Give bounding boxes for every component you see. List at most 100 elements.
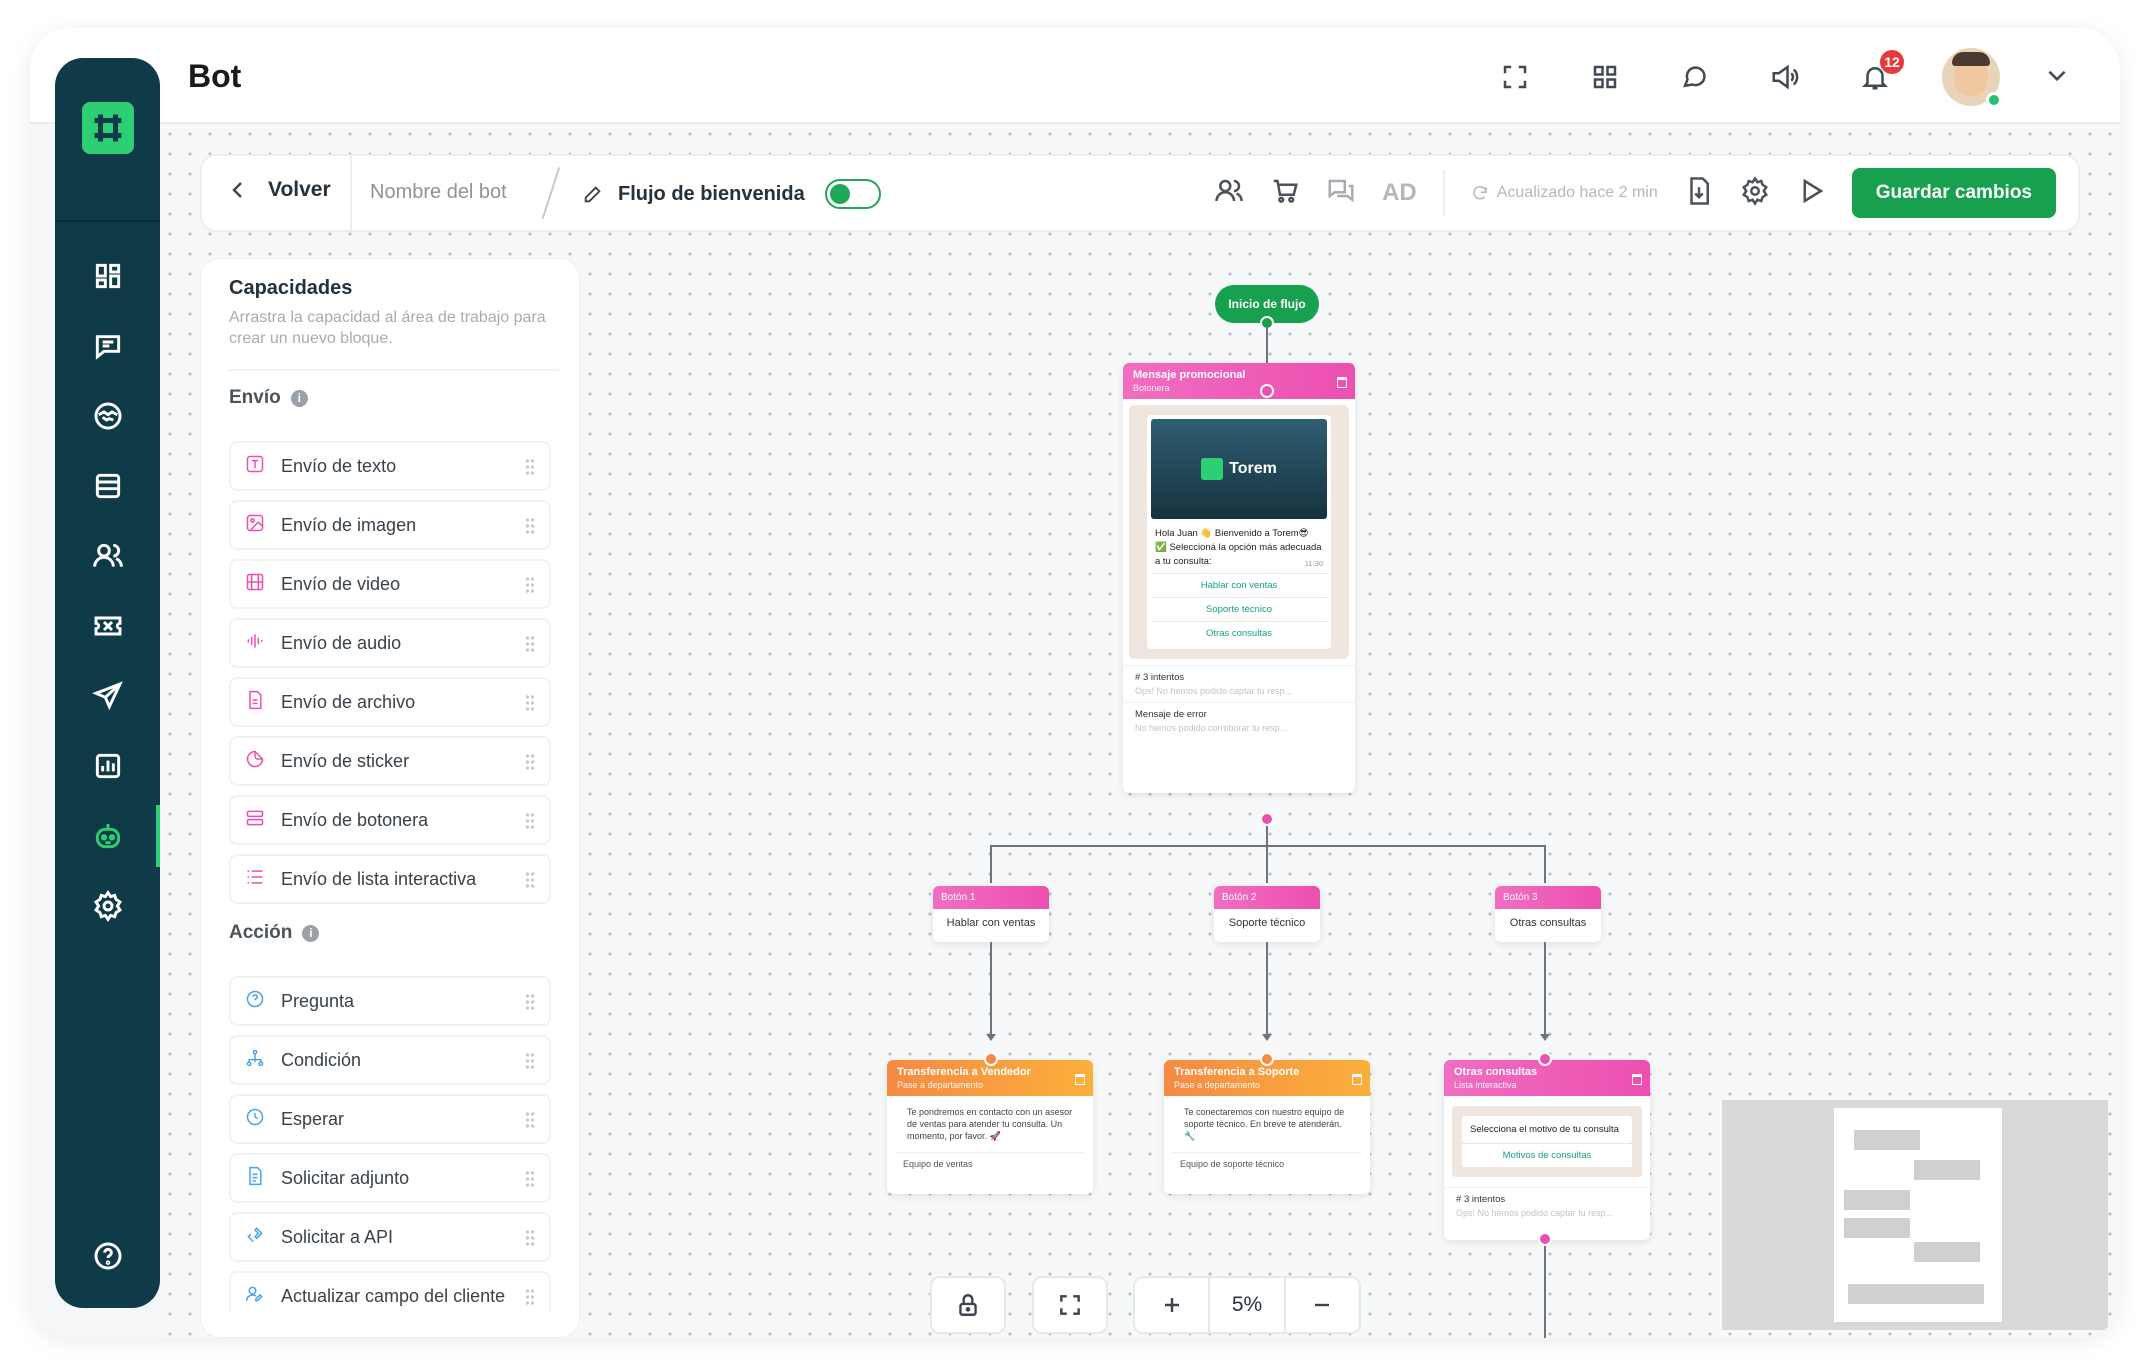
sidebar-item-dashboard[interactable] xyxy=(77,248,139,304)
capability-audio[interactable]: Envío de audio xyxy=(229,618,551,668)
connector-dot[interactable] xyxy=(1260,384,1274,398)
chat-icon[interactable] xyxy=(1672,54,1718,100)
gear-icon xyxy=(93,890,123,922)
drag-handle-icon[interactable] xyxy=(525,694,535,712)
connector-dot[interactable] xyxy=(1260,1052,1274,1066)
condition-icon xyxy=(245,1048,265,1073)
sidebar-item-bot[interactable] xyxy=(77,808,139,864)
cart-icon[interactable] xyxy=(1270,176,1300,211)
logo[interactable] xyxy=(82,102,134,154)
capability-video[interactable]: Envío de video xyxy=(229,559,551,609)
connector-dot[interactable] xyxy=(1538,1232,1552,1246)
button-node-2[interactable]: Botón 2 Soporte técnico xyxy=(1214,886,1320,942)
sidebar-item-list[interactable] xyxy=(77,458,139,514)
contacts-icon[interactable] xyxy=(1214,176,1244,211)
capability-interactive-list[interactable]: Envío de lista interactiva xyxy=(229,854,551,904)
trash-icon[interactable] xyxy=(1337,377,1347,388)
connector-dot[interactable] xyxy=(1260,812,1274,826)
grid-icon[interactable] xyxy=(1582,54,1628,100)
bell-icon[interactable]: 12 xyxy=(1852,50,1904,100)
megaphone-icon[interactable] xyxy=(1762,54,1808,100)
zoom-in-button[interactable] xyxy=(1135,1278,1211,1332)
sidebar-item-help[interactable] xyxy=(77,1228,139,1284)
other-queries-node[interactable]: Otras consultas Lista interactiva Selecc… xyxy=(1444,1060,1650,1240)
drag-handle-icon[interactable] xyxy=(525,458,535,476)
pencil-icon[interactable] xyxy=(582,183,604,205)
drag-handle-icon[interactable] xyxy=(525,1052,535,1070)
zoom-out-button[interactable] xyxy=(1286,1278,1359,1332)
drag-handle-icon[interactable] xyxy=(525,1111,535,1129)
connector-dot[interactable] xyxy=(1538,1052,1552,1066)
fit-view-button[interactable] xyxy=(1032,1276,1108,1334)
back-button[interactable]: Volver xyxy=(226,178,331,202)
capability-request-attachment[interactable]: Solicitar adjunto xyxy=(229,1153,551,1203)
drag-handle-icon[interactable] xyxy=(525,1288,535,1306)
drag-handle-icon[interactable] xyxy=(525,812,535,830)
button-node-3[interactable]: Botón 3 Otras consultas xyxy=(1495,886,1601,942)
drag-handle-icon[interactable] xyxy=(525,1229,535,1247)
online-status-dot xyxy=(1986,92,2002,108)
preview-button-1: Hablar con ventas xyxy=(1151,573,1327,597)
capabilities-subtitle: Arrastra la capacidad al área de trabajo… xyxy=(229,309,546,347)
drag-handle-icon[interactable] xyxy=(525,1170,535,1188)
buttons-icon xyxy=(245,808,265,833)
trash-icon[interactable] xyxy=(1632,1074,1642,1085)
trash-icon[interactable] xyxy=(1075,1074,1085,1085)
capabilities-panel: Capacidades Arrastra la capacidad al áre… xyxy=(200,258,580,1338)
play-icon[interactable] xyxy=(1796,176,1826,211)
minimap[interactable] xyxy=(1722,1100,2108,1330)
sidebar-item-messages[interactable] xyxy=(77,318,139,374)
chevron-down-icon[interactable] xyxy=(2044,62,2070,93)
file-icon xyxy=(245,690,265,715)
info-icon[interactable]: i xyxy=(302,924,320,942)
capability-question[interactable]: Pregunta xyxy=(229,976,551,1026)
promo-message-node[interactable]: Mensaje promocional Botonera Torem Hola … xyxy=(1123,363,1355,793)
sidebar-item-contacts[interactable] xyxy=(77,528,139,584)
chats-icon[interactable] xyxy=(1326,176,1356,211)
capability-wait[interactable]: Esperar xyxy=(229,1094,551,1144)
sidebar-item-send[interactable] xyxy=(77,668,139,724)
connector-dot[interactable] xyxy=(984,1052,998,1066)
download-icon[interactable] xyxy=(1684,176,1714,211)
list-icon xyxy=(245,867,265,892)
drag-handle-icon[interactable] xyxy=(525,576,535,594)
sidebar-item-handshake[interactable] xyxy=(77,388,139,444)
ticket-icon xyxy=(94,616,122,636)
settings-icon[interactable] xyxy=(1740,175,1770,211)
capability-buttons[interactable]: Envío de botonera xyxy=(229,795,551,845)
transfer-support-node[interactable]: Transferencia a Soporte Pase a departame… xyxy=(1164,1060,1370,1194)
zoom-level: 5% xyxy=(1210,1278,1286,1332)
flow-name-label[interactable]: Flujo de bienvenida xyxy=(618,183,805,206)
sidebar-item-tickets[interactable] xyxy=(77,598,139,654)
bot-name-field[interactable]: Nombre del bot xyxy=(370,181,507,204)
ad-button[interactable]: AD xyxy=(1382,179,1417,207)
minus-icon xyxy=(1315,1303,1330,1307)
avatar[interactable] xyxy=(1942,48,2002,108)
trash-icon[interactable] xyxy=(1352,1074,1362,1085)
bot-icon xyxy=(95,824,121,849)
audio-icon xyxy=(245,631,265,656)
capability-request-api[interactable]: Solicitar a API xyxy=(229,1212,551,1262)
drag-handle-icon[interactable] xyxy=(525,517,535,535)
transfer-sales-node[interactable]: Transferencia a Vendedor Pase a departam… xyxy=(887,1060,1093,1194)
info-icon[interactable]: i xyxy=(290,389,308,407)
sidebar-item-reports[interactable] xyxy=(77,738,139,794)
fullscreen-icon[interactable] xyxy=(1492,54,1538,100)
capability-condition[interactable]: Condición xyxy=(229,1035,551,1085)
drag-handle-icon[interactable] xyxy=(525,871,535,889)
flow-name: Flujo de bienvenida xyxy=(582,179,881,209)
capability-image[interactable]: Envío de imagen xyxy=(229,500,551,550)
contacts-icon xyxy=(93,543,123,567)
drag-handle-icon[interactable] xyxy=(525,993,535,1011)
button-node-1[interactable]: Botón 1 Hablar con ventas xyxy=(933,886,1049,942)
sidebar-item-settings[interactable] xyxy=(77,878,139,934)
chevron-left-icon xyxy=(232,182,242,198)
capability-sticker[interactable]: Envío de sticker xyxy=(229,736,551,786)
capability-text[interactable]: Envío de texto xyxy=(229,441,551,491)
drag-handle-icon[interactable] xyxy=(525,753,535,771)
lock-button[interactable] xyxy=(930,1276,1006,1334)
capability-file[interactable]: Envío de archivo xyxy=(229,677,551,727)
drag-handle-icon[interactable] xyxy=(525,635,535,653)
save-button[interactable]: Guardar cambios xyxy=(1851,168,2056,218)
flow-active-toggle[interactable] xyxy=(824,179,881,209)
